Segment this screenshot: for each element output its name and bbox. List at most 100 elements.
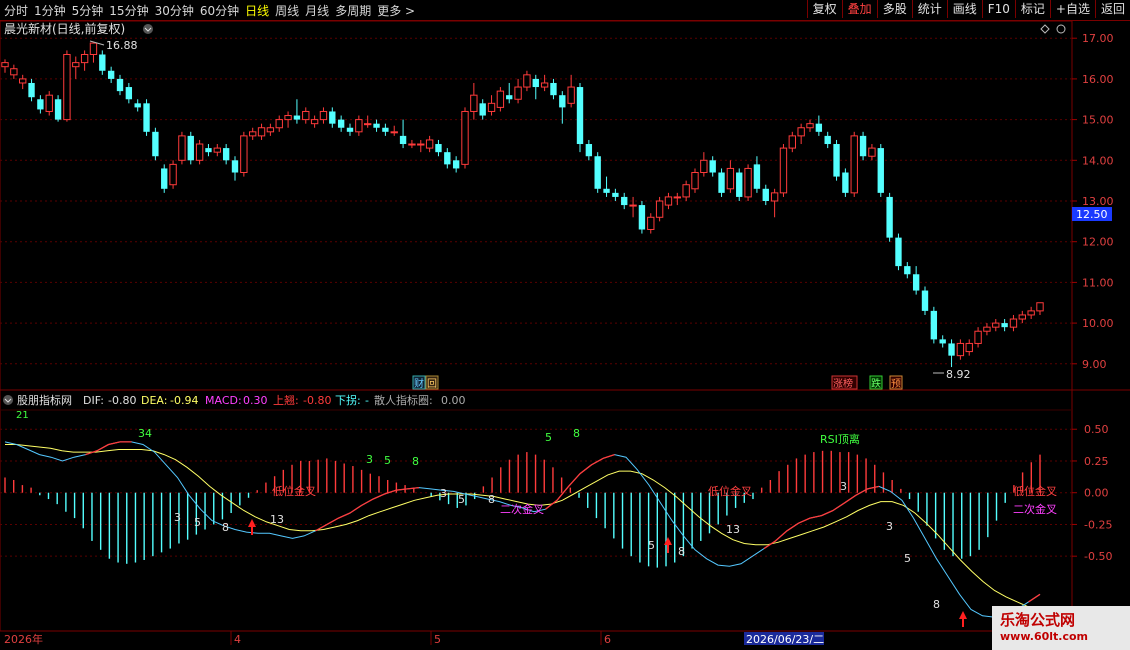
period-tab[interactable]: 周线	[275, 2, 299, 19]
candle	[266, 123, 275, 136]
count-label: 5	[384, 454, 391, 467]
candle	[99, 50, 106, 75]
candle-body	[948, 343, 955, 356]
candle-body	[877, 148, 884, 193]
candle-body	[213, 147, 221, 153]
dea-line	[5, 444, 1041, 613]
period-tab[interactable]: 5分钟	[72, 2, 104, 19]
count-label: 13	[726, 523, 740, 536]
candle-body	[779, 147, 788, 194]
candle-body	[72, 62, 80, 68]
period-tab[interactable]: 月线	[305, 2, 329, 19]
macd-tick-label: 0.00	[1084, 487, 1109, 500]
macd-tick-label: -0.50	[1084, 550, 1112, 563]
macd-value: 0.30	[243, 394, 268, 407]
candle	[965, 339, 973, 356]
candle	[550, 78, 557, 100]
candle-body	[523, 74, 531, 88]
candle	[797, 123, 805, 145]
period-tab[interactable]: 多周期	[335, 2, 371, 19]
period-tab[interactable]: 15分钟	[109, 2, 148, 19]
count-label: 8	[933, 598, 940, 611]
candle	[753, 156, 761, 193]
diamond-icon[interactable]	[1040, 24, 1050, 34]
candle	[107, 66, 115, 83]
candle	[691, 168, 699, 193]
candle	[329, 107, 336, 128]
candle	[559, 91, 566, 124]
month-label: 6	[604, 633, 611, 646]
toolbar-button[interactable]: 复权	[806, 0, 842, 18]
candle	[461, 107, 469, 169]
candle	[868, 144, 876, 161]
candle-body	[346, 127, 354, 132]
candle	[983, 323, 991, 336]
macd-tick-label: -0.25	[1084, 518, 1112, 531]
watermark-title: 乐淘公式网	[1000, 611, 1076, 629]
period-tab[interactable]: 60分钟	[200, 2, 239, 19]
forecast-badge-label: 预	[891, 378, 901, 390]
candle-body	[576, 87, 584, 145]
stock-chart[interactable]: 晨光新材(日线,前复权) 17.0016.0015.0014.0013.0012…	[0, 21, 1130, 650]
price-tick-label: 10.00	[1082, 317, 1114, 330]
candle	[195, 139, 204, 165]
toolbar-button[interactable]: 返回	[1094, 0, 1130, 18]
candle-body	[187, 135, 194, 161]
candle	[390, 125, 398, 136]
period-tab[interactable]: 分时	[4, 2, 28, 19]
down-label: 下拐:	[335, 393, 361, 407]
count-label: 8	[412, 455, 419, 468]
watermark-url: www.60lt.com	[1000, 630, 1089, 643]
candle-body	[1036, 302, 1044, 312]
candle	[992, 319, 1000, 332]
dif-line	[4, 441, 1041, 618]
cursor-date-label: 2026/06/23/二	[746, 633, 824, 646]
candle	[744, 164, 752, 201]
candle	[824, 131, 831, 149]
toolbar-button[interactable]: 统计	[911, 0, 947, 18]
candle	[435, 139, 442, 157]
candle-body	[10, 68, 18, 76]
toolbar-button[interactable]: 多股	[876, 0, 912, 18]
candle-body	[399, 135, 407, 145]
toolbar-button[interactable]: F10	[981, 0, 1015, 18]
retail-label: 散人指标圈:	[374, 393, 433, 407]
candle	[382, 123, 389, 136]
candle	[939, 335, 946, 348]
candle-body	[983, 326, 991, 332]
candle-body	[833, 144, 840, 177]
title-dropdown-icon[interactable]	[143, 24, 153, 34]
low-price-label: 8.92	[946, 368, 971, 381]
candle	[487, 95, 496, 116]
candle-body	[762, 188, 769, 201]
indicator-legend: 股朋指标网 DIF: -0.80 DEA: -0.94 MACD: 0.30 上…	[17, 393, 466, 407]
toolbar-button[interactable]: 叠加	[841, 0, 877, 18]
candle-body	[249, 131, 257, 137]
period-tab[interactable]: 更多 >	[377, 2, 415, 19]
period-tab[interactable]: 1分钟	[34, 2, 66, 19]
candle-body	[479, 103, 486, 116]
candle-body	[904, 266, 911, 275]
candle	[470, 82, 478, 120]
down-value: -	[365, 394, 369, 407]
candle-body	[435, 144, 442, 153]
toolbar-button[interactable]: +自选	[1049, 0, 1095, 18]
candle	[850, 131, 858, 197]
candle	[629, 196, 637, 218]
toolbar-button[interactable]: 标记	[1014, 0, 1050, 18]
candle	[452, 156, 460, 173]
candle	[779, 144, 788, 197]
candle	[709, 156, 716, 177]
period-tab[interactable]: 30分钟	[155, 2, 194, 19]
up-value: -0.80	[303, 394, 331, 407]
candle-body	[886, 196, 893, 238]
indicator-dropdown-icon[interactable]	[3, 395, 13, 405]
candle	[638, 201, 646, 234]
candle-body	[691, 172, 699, 190]
low-golden-cross-2: 低位金叉	[708, 484, 752, 498]
macd-tick-label: 0.25	[1084, 455, 1109, 468]
settings-circle-icon[interactable]	[1056, 24, 1066, 34]
toolbar-button[interactable]: 画线	[946, 0, 982, 18]
period-tab[interactable]: 日线	[245, 2, 269, 19]
report-badge-label: 回	[427, 378, 437, 390]
